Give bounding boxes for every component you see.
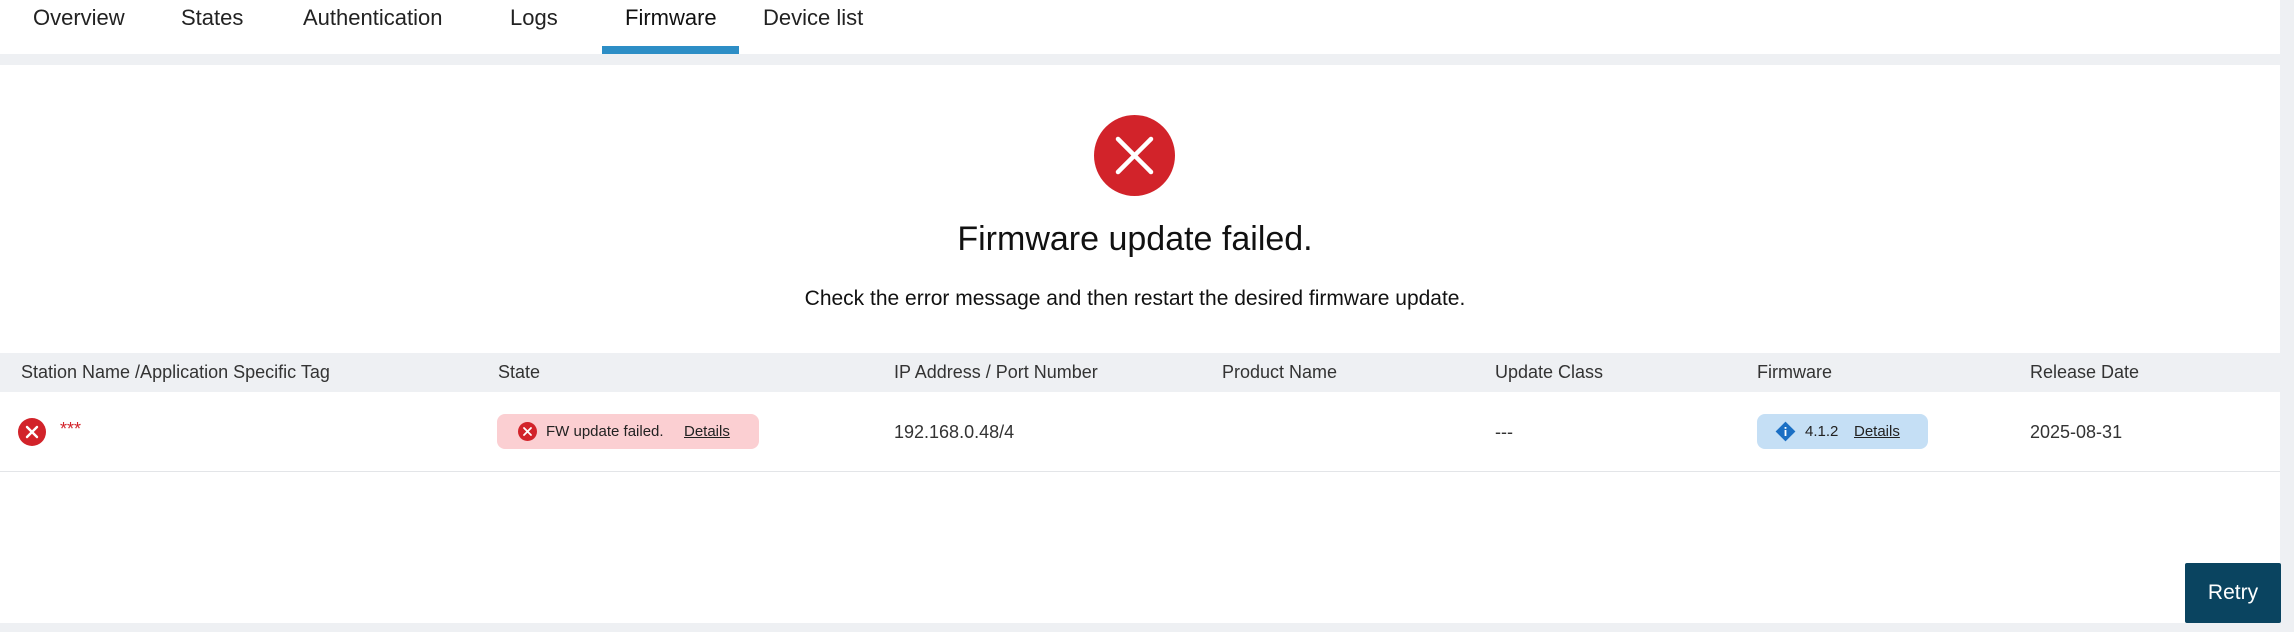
scrollbar-track[interactable] [2280,0,2294,632]
active-tab-indicator [602,46,739,54]
firmware-badge: 4.1.2 Details [1757,414,1928,449]
error-x-icon [1094,115,1175,196]
tab-authentication[interactable]: Authentication [303,0,442,54]
station-name: *** [60,419,82,439]
tab-divider [0,54,2280,65]
state-details-link[interactable]: Details [684,414,730,449]
tab-states[interactable]: States [181,0,243,54]
firmware-page: Overview States Authentication Logs Firm… [0,0,2294,632]
column-header-ip-port[interactable]: IP Address / Port Number [894,353,1098,392]
column-header-release-date[interactable]: Release Date [2030,353,2139,392]
column-header-station-name[interactable]: Station Name /Application Specific Tag [21,353,330,392]
release-date-cell: 2025-08-31 [2030,422,2123,442]
status-message: Check the error message and then restart… [804,287,1466,310]
firmware-details-link[interactable]: Details [1854,414,1900,449]
retry-button[interactable]: Retry [2185,563,2281,623]
column-header-product-name[interactable]: Product Name [1222,353,1337,392]
footer-bar [0,623,2280,632]
update-class-cell: --- [1495,422,1513,442]
table-header: Station Name /Application Specific Tag S… [0,353,2280,392]
column-header-firmware[interactable]: Firmware [1757,353,1832,392]
error-icon [18,418,46,446]
ip-port-cell: 192.168.0.48/4 [894,422,1015,442]
state-text: FW update failed. [546,423,664,440]
tab-logs[interactable]: Logs [510,0,558,54]
tab-device-list[interactable]: Device list [763,0,863,54]
column-header-state[interactable]: State [498,353,540,392]
tab-bar: Overview States Authentication Logs Firm… [0,0,2280,54]
status-title: Firmware update failed. [957,220,1313,258]
error-icon [518,422,537,441]
column-header-update-class[interactable]: Update Class [1495,353,1603,392]
table-row[interactable]: *** FW update failed. Details 192.168.0.… [0,392,2280,472]
state-badge: FW update failed. Details [497,414,759,449]
info-diamond-icon [1775,421,1796,442]
firmware-version: 4.1.2 [1805,423,1839,440]
tab-overview[interactable]: Overview [33,0,125,54]
